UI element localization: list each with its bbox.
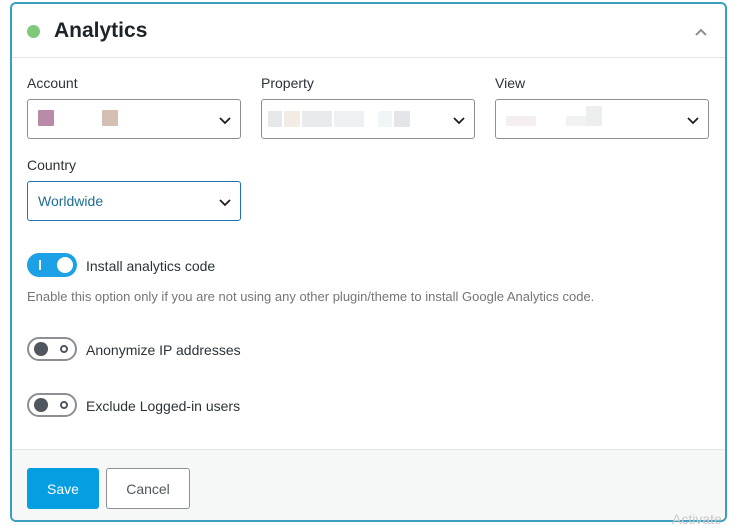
panel-footer: Save Cancel <box>12 449 725 520</box>
view-select[interactable] <box>495 99 709 139</box>
redacted-value <box>506 116 536 126</box>
save-button[interactable]: Save <box>27 468 99 509</box>
toggle-off-indicator <box>60 345 68 353</box>
redacted-value <box>268 111 282 127</box>
country-select[interactable]: Worldwide <box>27 181 241 221</box>
redacted-value <box>378 111 392 127</box>
activate-watermark: Activate <box>672 511 722 526</box>
exclude-logged-in-label: Exclude Logged-in users <box>86 398 241 414</box>
toggle-on-indicator <box>39 260 41 270</box>
install-analytics-label: Install analytics code <box>86 258 216 274</box>
redacted-value <box>302 111 332 127</box>
account-select[interactable] <box>27 99 241 139</box>
exclude-logged-in-toggle[interactable] <box>27 393 77 417</box>
property-select[interactable] <box>261 99 475 139</box>
install-analytics-toggle[interactable] <box>27 253 77 277</box>
chevron-down-icon <box>218 195 232 209</box>
country-value: Worldwide <box>38 193 104 209</box>
status-indicator <box>27 25 40 38</box>
panel-title: Analytics <box>54 19 148 42</box>
redacted-value <box>394 111 410 127</box>
cancel-button[interactable]: Cancel <box>106 468 190 509</box>
toggle-knob <box>57 257 73 273</box>
toggle-knob <box>34 342 48 356</box>
analytics-panel: Analytics Account Property View Country … <box>10 2 727 522</box>
redacted-value <box>334 111 364 127</box>
redacted-value <box>38 110 54 126</box>
redacted-value <box>284 111 300 127</box>
chevron-down-icon <box>452 113 466 127</box>
view-label: View <box>495 75 526 91</box>
chevron-down-icon <box>686 113 700 127</box>
chevron-up-icon[interactable] <box>691 22 711 42</box>
account-label: Account <box>27 75 78 91</box>
property-label: Property <box>261 75 314 91</box>
country-label: Country <box>27 157 77 173</box>
anonymize-ip-label: Anonymize IP addresses <box>86 342 241 358</box>
toggle-off-indicator <box>60 401 68 409</box>
install-analytics-help: Enable this option only if you are not u… <box>27 289 595 304</box>
redacted-value <box>102 110 118 126</box>
redacted-value <box>586 106 602 126</box>
chevron-down-icon <box>218 113 232 127</box>
toggle-knob <box>34 398 48 412</box>
anonymize-ip-toggle[interactable] <box>27 337 77 361</box>
panel-header[interactable]: Analytics <box>12 4 725 58</box>
